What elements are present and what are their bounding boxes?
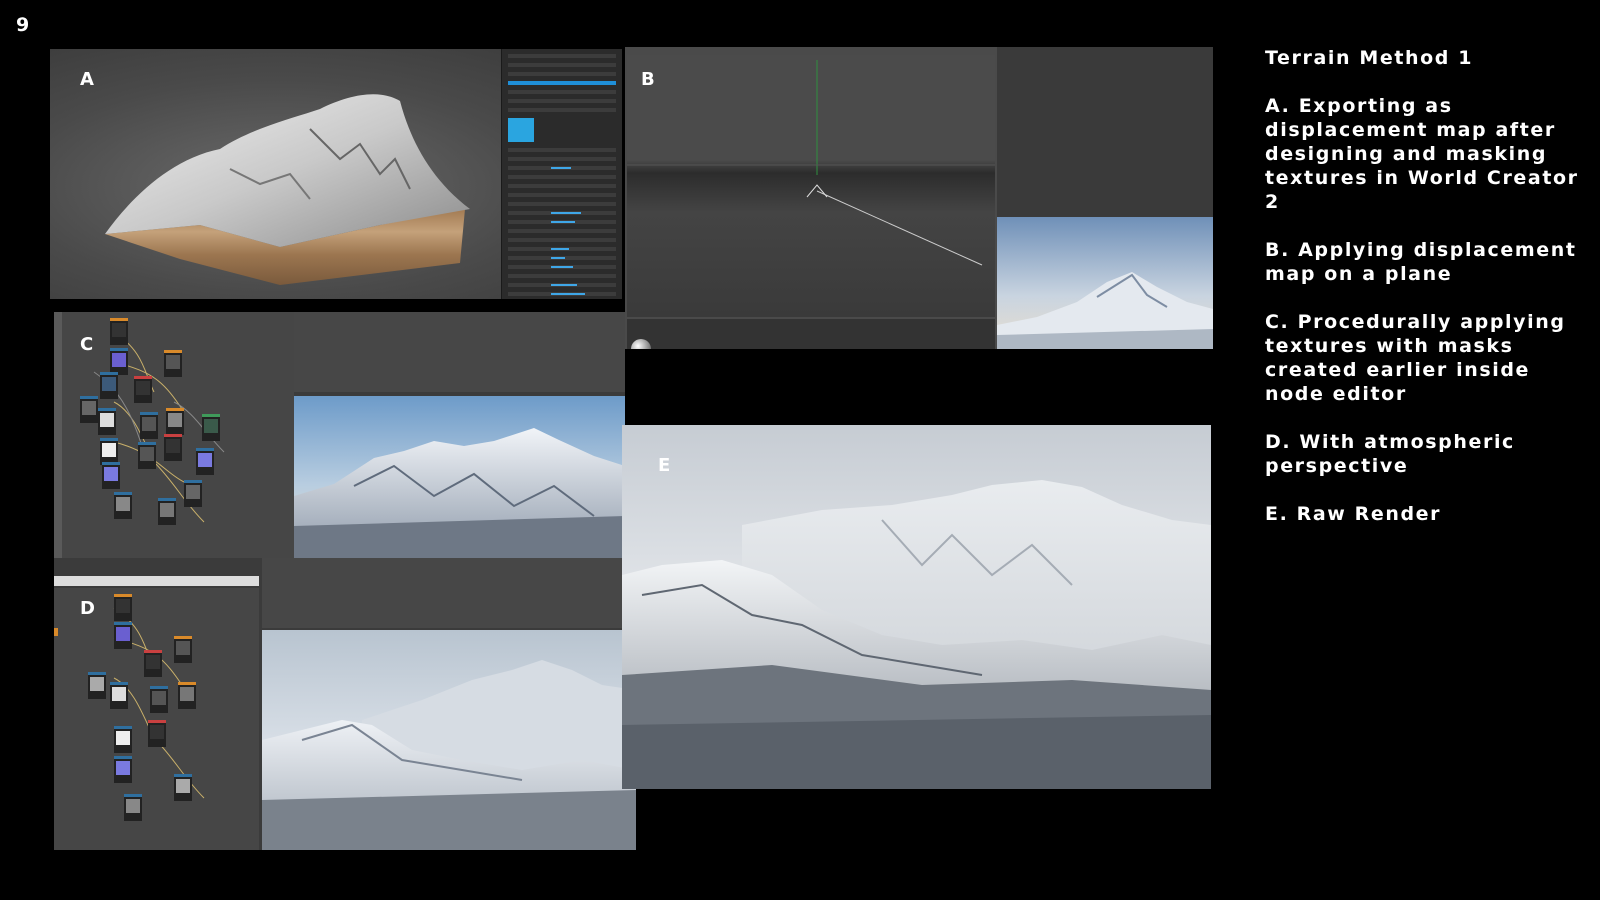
panel-d-atmospheric: D <box>54 558 636 850</box>
properties-sidebar <box>501 49 622 299</box>
panel-c-label: C <box>80 334 94 355</box>
description-text: Terrain Method 1 A. Exporting as displac… <box>1265 46 1595 550</box>
window-title-bar <box>54 576 259 586</box>
terrain-block-image <box>105 94 470 285</box>
item-a-text: A. Exporting as displacement map after d… <box>1265 95 1579 213</box>
material-thumbnail <box>508 118 534 142</box>
attribute-manager <box>997 47 1213 217</box>
item-b-text: B. Applying displacement map on a plane <box>1265 239 1577 285</box>
render-preview-c <box>294 396 625 558</box>
render-preview-b <box>997 217 1213 349</box>
node-graph-d <box>54 588 259 850</box>
page-number: 9 <box>16 14 30 36</box>
panel-a-label: A <box>80 69 94 90</box>
item-d-text: D. With atmospheric perspective <box>1265 431 1515 477</box>
render-preview-d <box>262 630 636 850</box>
panel-e-label: E <box>658 455 671 476</box>
panel-a-world-creator: A <box>50 49 622 299</box>
panel-b-displacement-plane: B <box>625 47 1213 349</box>
item-e-text: E. Raw Render <box>1265 503 1442 525</box>
panel-d-label: D <box>80 598 95 619</box>
material-editor-panel-d <box>262 558 636 628</box>
item-c-text: C. Procedurally applying textures with m… <box>1265 311 1566 405</box>
panel-b-label: B <box>641 69 655 90</box>
raw-render-image <box>622 425 1211 789</box>
material-editor-panel <box>294 312 625 392</box>
panel-e-raw-render: E <box>622 425 1211 789</box>
section-title: Terrain Method 1 <box>1265 47 1474 69</box>
viewport-3d <box>627 55 995 317</box>
timeline <box>627 319 995 349</box>
panel-c-node-editor: C <box>54 312 625 558</box>
